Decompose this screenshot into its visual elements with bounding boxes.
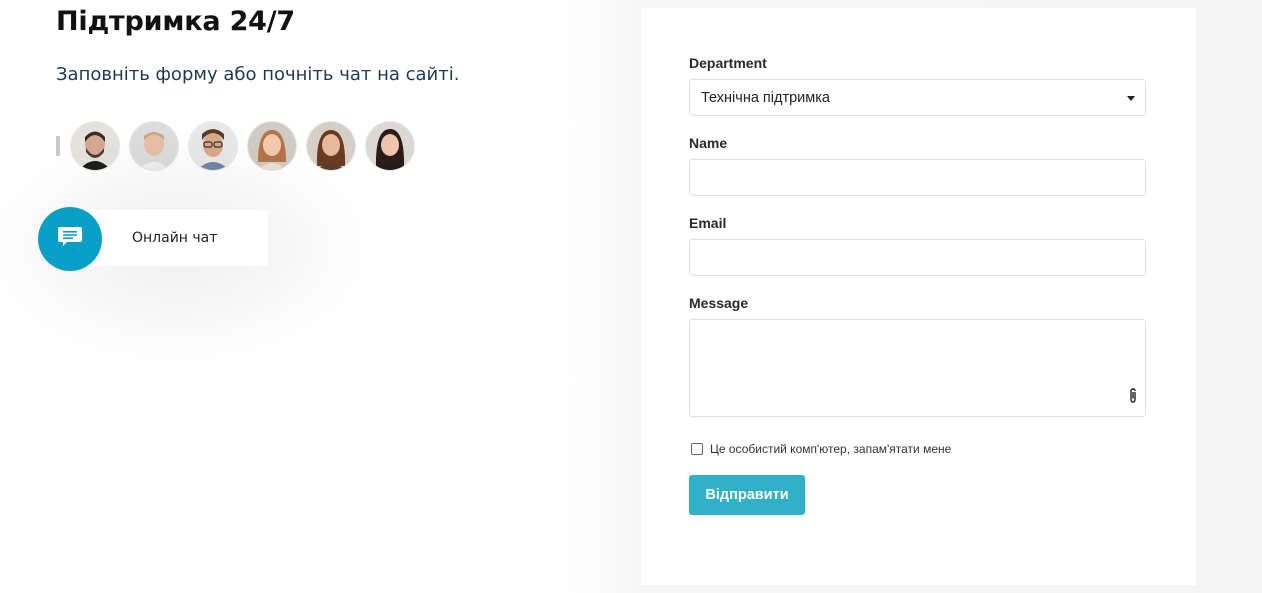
email-input[interactable]	[689, 239, 1146, 276]
department-select[interactable]: Технічна підтримка	[689, 79, 1146, 116]
online-chat-button[interactable]	[38, 207, 102, 271]
message-textarea[interactable]	[689, 319, 1146, 417]
page-subtitle: Заповніть форму або почніть чат на сайті…	[56, 64, 460, 85]
online-chat-widget[interactable]: Онлайн чат	[0, 127, 378, 367]
name-input[interactable]	[689, 159, 1146, 196]
remember-checkbox[interactable]	[691, 443, 703, 455]
online-chat-label: Онлайн чат	[132, 230, 218, 246]
page-title: Підтримка 24/7	[56, 6, 295, 37]
support-form-card: Department Технічна підтримка Name Email…	[641, 8, 1196, 585]
message-label: Message	[689, 295, 749, 311]
submit-button[interactable]: Відправити	[689, 475, 805, 515]
department-label: Department	[689, 55, 767, 71]
chevron-down-icon	[1127, 96, 1135, 101]
remember-me[interactable]: Це особистий комп'ютер, запам'ятати мене	[691, 441, 951, 457]
paperclip-icon[interactable]	[1128, 388, 1138, 409]
email-label: Email	[689, 215, 727, 231]
chat-icon	[57, 225, 83, 254]
avatar	[366, 122, 414, 170]
name-label: Name	[689, 135, 728, 151]
remember-label: Це особистий комп'ютер, запам'ятати мене	[710, 442, 952, 456]
department-selected-value: Технічна підтримка	[701, 90, 830, 106]
